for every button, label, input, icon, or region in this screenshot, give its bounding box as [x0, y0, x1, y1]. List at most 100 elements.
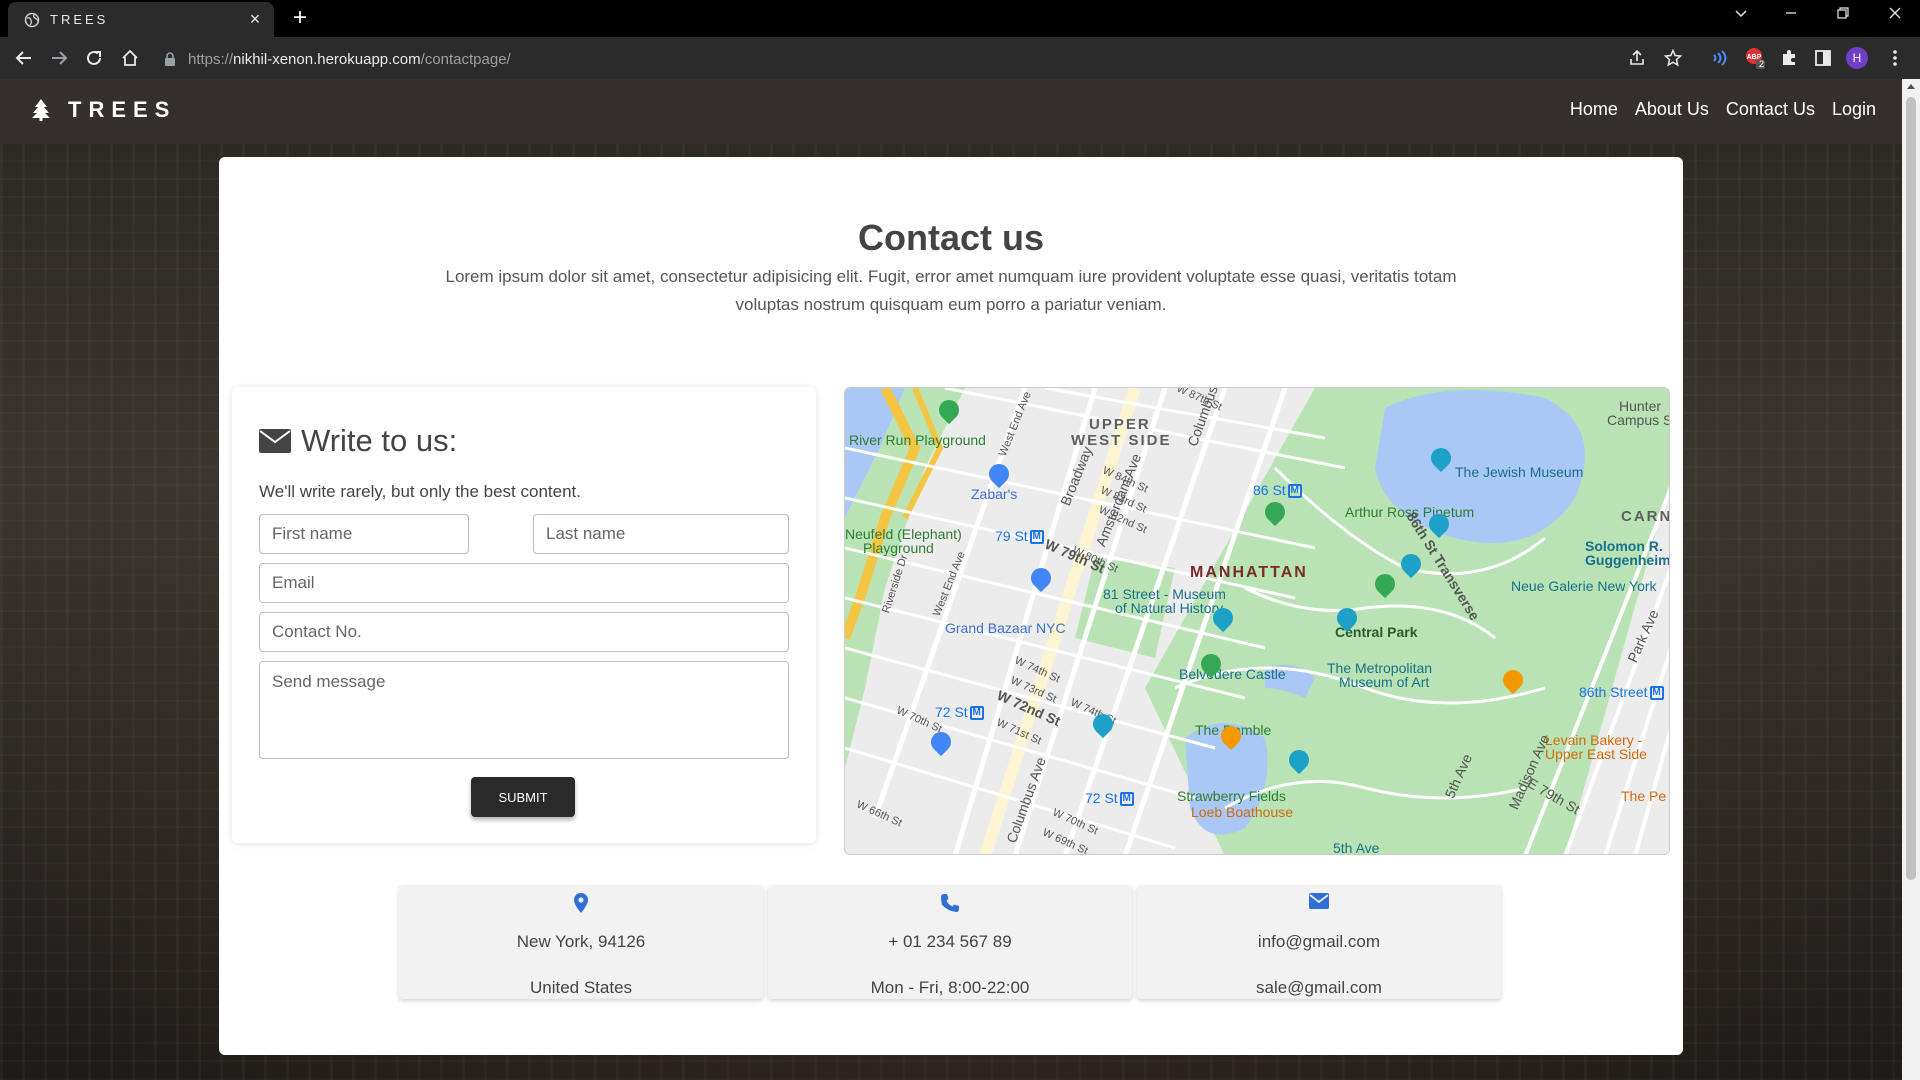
- form-heading: Write to us:: [259, 423, 457, 459]
- map-label-86th-street: 86th Street M: [1579, 684, 1664, 701]
- close-tab-icon[interactable]: ×: [246, 9, 264, 30]
- map-label-levain-2: Upper East Side: [1545, 746, 1647, 762]
- forward-icon[interactable]: [47, 46, 71, 70]
- address-info-box: New York, 94126 United States: [399, 885, 763, 999]
- address-bar[interactable]: https://nikhil-xenon.herokuapp.com/conta…: [164, 44, 1624, 74]
- subway-icon: M: [969, 706, 984, 721]
- map-label-86-st: 86 St M: [1253, 482, 1302, 499]
- browser-tab[interactable]: TREES ×: [8, 2, 274, 37]
- map-label-5th-ave: 5th Ave: [1333, 840, 1380, 855]
- submit-button[interactable]: SUBMIT: [471, 777, 575, 817]
- google-map[interactable]: UPPER WEST SIDE MANHATTAN River Run Play…: [844, 387, 1670, 855]
- browser-toolbar: https://nikhil-xenon.herokuapp.com/conta…: [0, 37, 1920, 79]
- map-label-upper: UPPER: [1089, 416, 1151, 433]
- nav-login-link[interactable]: Login: [1832, 99, 1876, 120]
- map-label-72-st-b: 72 St M: [1085, 790, 1134, 807]
- contact-number-input[interactable]: [259, 612, 789, 652]
- envelope-icon: [259, 429, 291, 453]
- nav-about-link[interactable]: About Us: [1635, 99, 1709, 120]
- map-label-86th-street-text: 86th Street: [1579, 684, 1648, 700]
- map-label-the-pe: The Pe: [1621, 788, 1667, 804]
- close-window-icon[interactable]: [1884, 6, 1906, 25]
- form-heading-text: Write to us:: [301, 423, 458, 458]
- contact-card: Contact us Lorem ipsum dolor sit amet, c…: [219, 157, 1683, 1055]
- form-subheading: We'll write rarely, but only the best co…: [259, 482, 581, 501]
- map-label-grand-bazaar: Grand Bazaar NYC: [945, 620, 1066, 636]
- brand-name: TREES: [68, 97, 177, 122]
- subway-icon: M: [1287, 484, 1302, 499]
- subway-icon: M: [1649, 686, 1664, 701]
- map-label-72-st-b-text: 72 St: [1085, 790, 1118, 806]
- page-title: Contact us: [857, 217, 1044, 258]
- address-line-1: New York, 94126: [516, 932, 646, 951]
- map-label-guggenheim-2: Guggenheim: [1585, 552, 1670, 568]
- profile-avatar[interactable]: H: [1846, 47, 1868, 69]
- message-textarea[interactable]: [259, 661, 789, 759]
- profile-initial: H: [1846, 47, 1868, 69]
- email-input[interactable]: [259, 563, 789, 603]
- map-label-zabars: Zabar's: [971, 486, 1018, 502]
- page-scrollbar[interactable]: [1902, 79, 1920, 1080]
- email-info-box: info@gmail.com sale@gmail.com: [1137, 885, 1501, 999]
- map-label-museum-2: of Natural History: [1115, 600, 1224, 616]
- extensions-puzzle-icon[interactable]: [1778, 47, 1800, 69]
- sales-email[interactable]: sale@gmail.com: [1137, 978, 1501, 998]
- bookmark-star-icon[interactable]: [1662, 47, 1684, 69]
- phone-info-box: + 01 234 567 89 Mon - Fri, 8:00-22:00: [768, 885, 1132, 999]
- new-tab-button[interactable]: +: [286, 4, 314, 32]
- adblock-extension-icon[interactable]: ABP 2: [1744, 47, 1766, 69]
- first-name-input[interactable]: [259, 514, 469, 554]
- map-label-river-run: River Run Playground: [849, 432, 986, 448]
- opening-hours: Mon - Fri, 8:00-22:00: [870, 978, 1030, 997]
- main-nav: Home About Us Contact Us Login: [1570, 99, 1876, 120]
- phone-number: + 01 234 567 89: [888, 932, 1012, 951]
- map-label-hunter-2: Campus S: [1607, 412, 1670, 428]
- back-icon[interactable]: [12, 46, 36, 70]
- globe-icon: [24, 12, 40, 27]
- minimize-icon[interactable]: [1780, 6, 1802, 25]
- tab-search-icon[interactable]: [1730, 6, 1752, 25]
- reload-icon[interactable]: [82, 46, 106, 70]
- map-label-met-2: Museum of Art: [1339, 674, 1430, 690]
- subway-icon: M: [1119, 792, 1134, 807]
- info-email[interactable]: info@gmail.com: [1137, 932, 1501, 952]
- map-label-86-st-text: 86 St: [1253, 482, 1286, 498]
- share-icon[interactable]: [1626, 47, 1648, 69]
- nav-home-link[interactable]: Home: [1570, 99, 1618, 120]
- site-navbar: TREES Home About Us Contact Us Login: [0, 79, 1902, 144]
- map-label-72-st-text: 72 St: [935, 704, 968, 720]
- map-label-72-st: 72 St M: [935, 704, 984, 721]
- map-label-belvedere: Belvedere Castle: [1179, 666, 1286, 682]
- map-label-neue-galerie: Neue Galerie New York: [1511, 578, 1657, 594]
- phone-icon: [941, 894, 959, 912]
- subway-icon: M: [1029, 530, 1044, 545]
- map-marker-icon: [574, 893, 588, 913]
- map-label-jewish-museum: The Jewish Museum: [1455, 464, 1584, 480]
- map-label-carnegie: CARNE: [1621, 508, 1669, 525]
- browser-tab-strip: TREES × +: [0, 0, 1920, 37]
- brand-logo[interactable]: TREES: [30, 97, 176, 123]
- scrollbar-thumb[interactable]: [1906, 97, 1916, 880]
- map-label-79-st-text: 79 St: [995, 528, 1028, 544]
- url-path: /contactpage/: [420, 50, 511, 68]
- contact-form-panel: Write to us: We'll write rarely, but onl…: [232, 387, 816, 843]
- intro-text: Lorem ipsum dolor sit amet, consectetur …: [445, 267, 1457, 314]
- nav-contact-link[interactable]: Contact Us: [1726, 99, 1815, 120]
- address-line-2: United States: [529, 978, 633, 997]
- read-aloud-extension-icon[interactable]: [1708, 47, 1730, 69]
- map-label-manhattan: MANHATTAN: [1190, 564, 1308, 581]
- page-viewport: TREES Home About Us Contact Us Login Con…: [0, 79, 1902, 1080]
- home-icon[interactable]: [118, 46, 142, 70]
- map-label-loeb: Loeb Boathouse: [1191, 804, 1293, 820]
- map-label-79-st: 79 St M: [995, 528, 1044, 545]
- restore-icon[interactable]: [1832, 6, 1854, 25]
- scroll-up-icon[interactable]: [1907, 84, 1915, 89]
- tree-icon: [32, 99, 50, 121]
- browser-menu-icon[interactable]: [1884, 47, 1906, 69]
- last-name-input[interactable]: [533, 514, 789, 554]
- side-panel-icon[interactable]: [1812, 47, 1834, 69]
- url-scheme: https://: [188, 50, 234, 68]
- lock-icon: [165, 52, 175, 66]
- map-label-strawberry: Strawberry Fields: [1177, 788, 1286, 804]
- tab-title: TREES: [50, 12, 109, 27]
